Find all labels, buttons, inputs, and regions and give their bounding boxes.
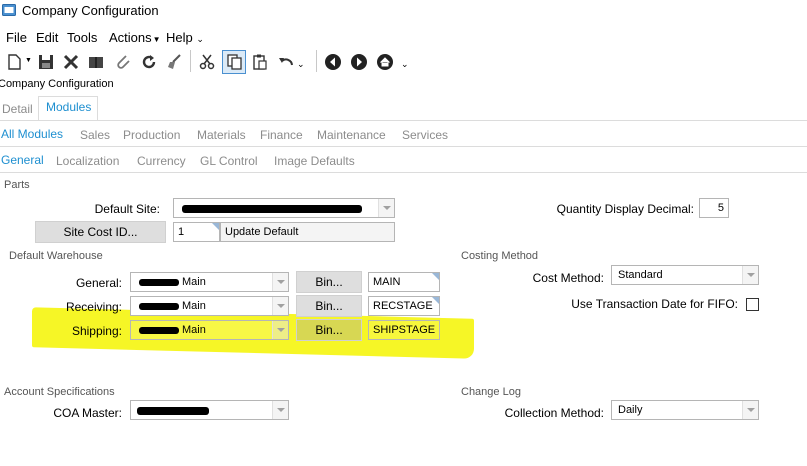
- tab-materials[interactable]: Materials: [197, 128, 246, 142]
- menu-edit[interactable]: Edit: [36, 30, 58, 45]
- cost-method-combo[interactable]: Standard: [611, 265, 759, 285]
- next-icon[interactable]: [349, 52, 369, 72]
- warehouse-shipping-combo[interactable]: Main: [130, 320, 289, 340]
- dropdown-arrow-icon[interactable]: [272, 401, 288, 419]
- warehouse-shipping-value: Main: [182, 324, 206, 336]
- tab-all-modules[interactable]: All Modules: [1, 127, 63, 141]
- bin-receiving-field[interactable]: RECSTAGE: [368, 296, 440, 316]
- undo-icon[interactable]: [276, 52, 296, 72]
- warehouse-general-combo[interactable]: Main: [130, 272, 289, 292]
- redacted-text: [139, 303, 179, 310]
- warehouse-receiving-combo[interactable]: Main: [130, 296, 289, 316]
- cost-method-label: Cost Method:: [532, 271, 604, 285]
- cut-icon[interactable]: [197, 52, 217, 72]
- home-icon[interactable]: [375, 52, 395, 72]
- warehouse-general-label: General:: [75, 276, 122, 290]
- dropdown-arrow-icon[interactable]: [272, 321, 288, 339]
- copy-icon[interactable]: [222, 50, 246, 74]
- tab-maintenance[interactable]: Maintenance: [317, 128, 386, 142]
- dropdown-arrow-icon[interactable]: [742, 266, 758, 284]
- fifo-checkbox[interactable]: [746, 298, 759, 311]
- warehouse-receiving-label: Receiving:: [65, 300, 122, 314]
- tab-detail[interactable]: Detail: [2, 102, 33, 116]
- tab-gl-control[interactable]: GL Control: [200, 154, 258, 168]
- warehouse-shipping-label: Shipping:: [71, 324, 122, 338]
- tab-finance[interactable]: Finance: [260, 128, 303, 142]
- menu-actions[interactable]: Actions▼: [109, 30, 161, 45]
- book-icon[interactable]: [86, 52, 106, 72]
- save-icon[interactable]: [36, 52, 56, 72]
- attach-icon[interactable]: [113, 52, 133, 72]
- bin-general-field[interactable]: MAIN: [368, 272, 440, 292]
- collection-method-value: Daily: [618, 404, 643, 416]
- bin-shipping-button[interactable]: Bin...: [296, 319, 362, 341]
- toolbar-separator: [316, 50, 317, 72]
- app-icon: [2, 4, 16, 16]
- cost-method-value: Standard: [618, 269, 663, 281]
- menu-file[interactable]: File: [6, 30, 27, 45]
- fifo-label: Use Transaction Date for FIFO:: [571, 297, 738, 311]
- default-site-combo[interactable]: [173, 198, 395, 218]
- refresh-icon[interactable]: [139, 52, 159, 72]
- section-account-specifications-header: Account Specifications: [4, 386, 115, 398]
- update-default-button[interactable]: Update Default: [220, 222, 395, 242]
- qty-decimal-field[interactable]: 5: [699, 198, 729, 218]
- dropdown-arrow-icon[interactable]: [272, 273, 288, 291]
- redacted-text: [139, 327, 179, 334]
- divider: [0, 120, 807, 121]
- previous-icon[interactable]: [323, 52, 343, 72]
- section-costing-method-header: Costing Method: [461, 250, 539, 262]
- site-cost-id-button[interactable]: Site Cost ID...: [35, 221, 166, 243]
- breadcrumb: Company Configuration: [0, 78, 114, 90]
- coa-master-combo[interactable]: [130, 400, 289, 420]
- divider: [0, 146, 807, 147]
- dropdown-arrow-icon: ▼: [152, 35, 161, 44]
- coa-master-label: COA Master:: [53, 406, 122, 420]
- paste-icon[interactable]: [250, 52, 270, 72]
- menu-help[interactable]: Help ⌄: [166, 30, 204, 45]
- dropdown-arrow-icon[interactable]: [272, 297, 288, 315]
- window-title: Company Configuration: [22, 3, 159, 18]
- chevron-down-icon[interactable]: ⌄: [401, 59, 409, 70]
- collection-method-label: Collection Method:: [504, 406, 604, 420]
- redacted-text: [139, 279, 179, 286]
- section-default-warehouse-header: Default Warehouse: [9, 250, 103, 262]
- bin-receiving-button[interactable]: Bin...: [296, 295, 362, 317]
- default-site-label: Default Site:: [94, 202, 160, 216]
- collection-method-combo[interactable]: Daily: [611, 400, 759, 420]
- tab-production[interactable]: Production: [123, 128, 180, 142]
- chevron-down-icon[interactable]: ▼: [25, 57, 32, 64]
- section-parts-header: Parts: [4, 179, 30, 191]
- warehouse-general-value: Main: [182, 276, 206, 288]
- bin-general-button[interactable]: Bin...: [296, 271, 362, 293]
- new-icon[interactable]: [4, 52, 24, 72]
- tab-localization[interactable]: Localization: [56, 154, 119, 168]
- bin-shipping-field[interactable]: SHIPSTAGE: [368, 320, 440, 340]
- warehouse-receiving-value: Main: [182, 300, 206, 312]
- dropdown-arrow-icon[interactable]: [378, 199, 394, 217]
- dropdown-arrow-icon[interactable]: [742, 401, 758, 419]
- tab-image-defaults[interactable]: Image Defaults: [274, 154, 355, 168]
- tab-general[interactable]: General: [1, 153, 44, 167]
- tab-currency[interactable]: Currency: [137, 154, 186, 168]
- tab-modules[interactable]: Modules: [46, 100, 91, 114]
- chevron-down-icon[interactable]: ⌄: [297, 59, 305, 70]
- redacted-text: [182, 205, 362, 213]
- qty-decimal-label: Quantity Display Decimal:: [556, 202, 694, 216]
- site-cost-id-field[interactable]: 1: [173, 222, 220, 242]
- section-change-log-header: Change Log: [461, 386, 521, 398]
- menu-tools[interactable]: Tools: [67, 30, 97, 45]
- tab-services[interactable]: Services: [402, 128, 448, 142]
- redacted-text: [137, 407, 209, 415]
- chevron-down-icon: ⌄: [196, 34, 204, 44]
- divider: [0, 172, 807, 173]
- toolbar-separator: [190, 50, 191, 72]
- tab-sales[interactable]: Sales: [80, 128, 110, 142]
- delete-icon[interactable]: [61, 52, 81, 72]
- clear-icon[interactable]: [165, 52, 185, 72]
